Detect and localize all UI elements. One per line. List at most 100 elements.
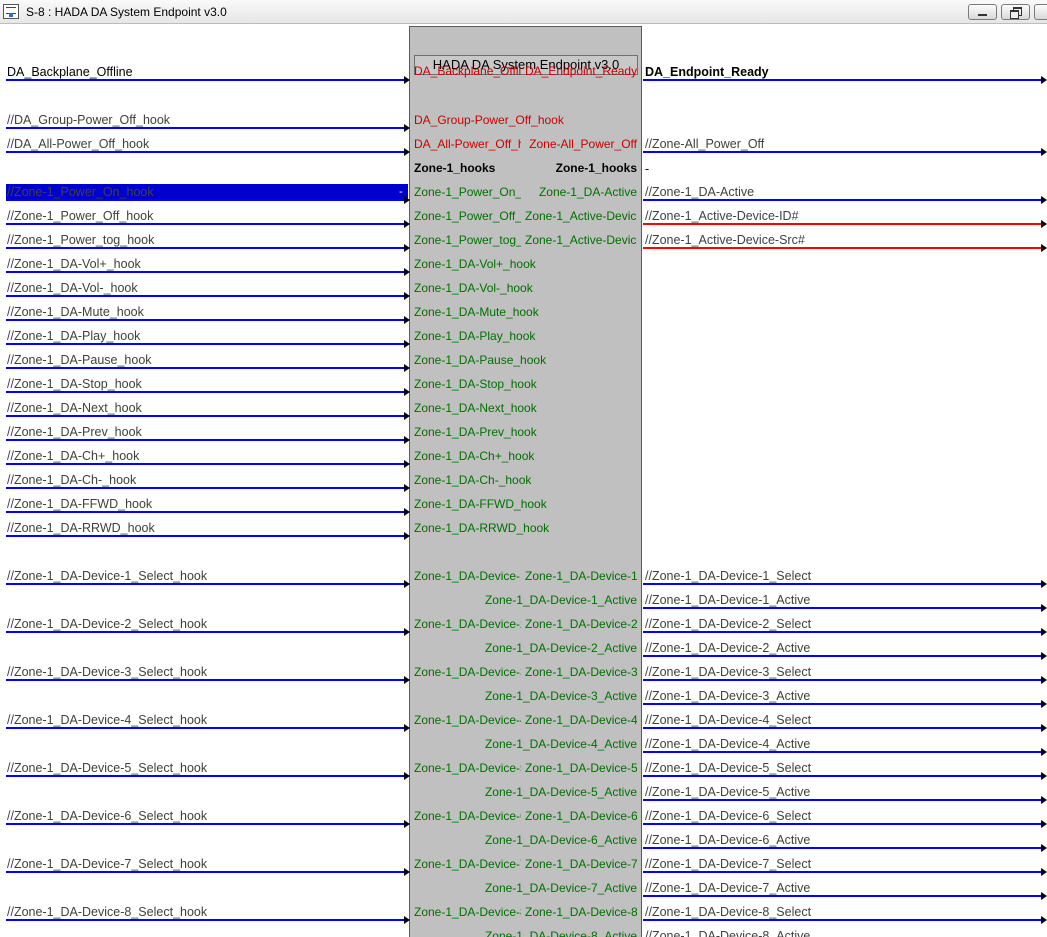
output-wire[interactable]: [643, 247, 1041, 249]
block-input-pin[interactable]: Zone-1_DA-Device-1_Select_hook: [414, 568, 521, 584]
block-input-pin[interactable]: Zone-1_DA-FFWD_hook: [414, 496, 634, 512]
input-signal-label[interactable]: //Zone-1_DA-Next_hook: [7, 400, 142, 416]
input-signal-label[interactable]: //DA_All-Power_Off_hook: [7, 136, 149, 152]
output-signal-label[interactable]: //Zone-1_DA-Device-3_Active: [645, 688, 810, 704]
output-wire[interactable]: [643, 655, 1041, 657]
input-wire[interactable]: [6, 271, 404, 273]
input-wire[interactable]: [6, 727, 404, 729]
input-wire[interactable]: [6, 367, 404, 369]
output-wire[interactable]: [643, 799, 1041, 801]
output-signal-label[interactable]: //Zone-1_DA-Device-3_Select: [645, 664, 811, 680]
block-output-pin[interactable]: Zone-1_Active-Device-Src#: [525, 232, 637, 248]
output-signal-label[interactable]: //Zone-All_Power_Off: [645, 136, 764, 152]
block-input-pin[interactable]: Zone-1_DA-Device-3_Select_hook: [414, 664, 521, 680]
output-signal-label[interactable]: //Zone-1_DA-Device-6_Active: [645, 832, 810, 848]
input-signal-label[interactable]: //DA_Group-Power_Off_hook: [7, 112, 170, 128]
app-schematic-icon[interactable]: [3, 4, 19, 19]
input-signal-label[interactable]: //Zone-1_DA-Pause_hook: [7, 352, 152, 368]
input-signal-label[interactable]: //Zone-1_DA-RRWD_hook: [7, 520, 155, 536]
output-wire[interactable]: [643, 583, 1041, 585]
input-wire[interactable]: [6, 919, 404, 921]
output-wire[interactable]: [643, 631, 1041, 633]
input-signal-label[interactable]: //Zone-1_DA-Device-6_Select_hook: [7, 808, 207, 824]
block-input-pin[interactable]: Zone-1_DA-Next_hook: [414, 400, 634, 416]
output-wire[interactable]: [643, 79, 1041, 81]
block-input-pin[interactable]: Zone-1_DA-Prev_hook: [414, 424, 634, 440]
input-signal-label[interactable]: //Zone-1_DA-Device-5_Select_hook: [7, 760, 207, 776]
block-output-pin[interactable]: Zone-1_DA-Device-3_Select: [525, 664, 637, 680]
input-signal-label[interactable]: //Zone-1_DA-Device-7_Select_hook: [7, 856, 207, 872]
block-input-pin[interactable]: Zone-1_DA-Device-5_Select_hook: [414, 760, 521, 776]
input-signal-label[interactable]: DA_Backplane_Offline: [7, 64, 133, 80]
block-input-pin[interactable]: DA_Backplane_Offline: [414, 63, 521, 79]
input-signal-label[interactable]: //Zone-1_DA-Device-3_Select_hook: [7, 664, 207, 680]
output-signal-label[interactable]: //Zone-1_DA-Device-7_Active: [645, 880, 810, 896]
block-input-pin[interactable]: Zone-1_DA-Ch+_hook: [414, 448, 634, 464]
block-output-pin[interactable]: Zone-1_DA-Device-2_Active: [470, 640, 637, 656]
block-output-pin[interactable]: Zone-1_Active-Device-ID#: [525, 208, 637, 224]
input-wire[interactable]: [6, 487, 404, 489]
input-wire[interactable]: [6, 775, 404, 777]
input-signal-label[interactable]: //Zone-1_DA-FFWD_hook: [7, 496, 152, 512]
input-signal-label[interactable]: //Zone-1_DA-Stop_hook: [7, 376, 142, 392]
block-input-pin[interactable]: Zone-1_DA-Vol+_hook: [414, 256, 634, 272]
input-wire[interactable]: [6, 295, 404, 297]
input-signal-label[interactable]: //Zone-1_Power_Off_hook: [7, 208, 153, 224]
block-input-pin[interactable]: Zone-1_DA-Device-8_Select_hook: [414, 904, 521, 920]
restore-button[interactable]: [1001, 4, 1030, 20]
output-wire[interactable]: [643, 679, 1041, 681]
block-output-pin[interactable]: Zone-1_DA-Device-8_Active: [470, 928, 637, 937]
block-output-pin[interactable]: Zone-1_DA-Device-5_Active: [470, 784, 637, 800]
block-input-pin[interactable]: Zone-1_DA-Device-4_Select_hook: [414, 712, 521, 728]
output-signal-label[interactable]: -: [645, 161, 649, 177]
close-button[interactable]: [1034, 4, 1047, 20]
block-input-pin[interactable]: Zone-1_DA-Device-7_Select_hook: [414, 856, 521, 872]
input-signal-label[interactable]: //Zone-1_DA-Mute_hook: [7, 304, 144, 320]
input-wire[interactable]: [6, 151, 404, 153]
output-wire[interactable]: [643, 751, 1041, 753]
input-wire[interactable]: [6, 583, 404, 585]
input-wire[interactable]: [6, 391, 404, 393]
input-wire[interactable]: [6, 79, 404, 81]
output-wire[interactable]: [643, 223, 1041, 225]
block-output-pin[interactable]: Zone-1_DA-Device-3_Active: [470, 688, 637, 704]
input-wire[interactable]: [6, 199, 404, 201]
block-input-pin[interactable]: Zone-1_DA-Vol-_hook: [414, 280, 634, 296]
input-wire[interactable]: [6, 247, 404, 249]
output-signal-label[interactable]: //Zone-1_DA-Device-5_Active: [645, 784, 810, 800]
output-signal-label[interactable]: //Zone-1_DA-Device-7_Select: [645, 856, 811, 872]
block-input-pin[interactable]: Zone-1_Power_tog_hook: [414, 232, 521, 248]
output-signal-label[interactable]: //Zone-1_DA-Device-5_Select: [645, 760, 811, 776]
block-input-pin[interactable]: Zone-1_DA-Device-6_Select_hook: [414, 808, 521, 824]
output-wire[interactable]: [643, 607, 1041, 609]
block-output-pin[interactable]: Zone-All_Power_Off: [525, 136, 637, 152]
output-signal-label[interactable]: //Zone-1_DA-Device-2_Active: [645, 640, 810, 656]
block-input-pin[interactable]: Zone-1_DA-Stop_hook: [414, 376, 634, 392]
output-signal-label[interactable]: //Zone-1_Active-Device-Src#: [645, 232, 805, 248]
block-input-pin[interactable]: Zone-1_DA-Mute_hook: [414, 304, 634, 320]
block-output-pin[interactable]: Zone-1_DA-Device-2_Select: [525, 616, 637, 632]
input-signal-label[interactable]: //Zone-1_Power_tog_hook: [7, 232, 154, 248]
block-output-pin[interactable]: Zone-1_DA-Device-6_Active: [470, 832, 637, 848]
input-wire[interactable]: [6, 415, 404, 417]
input-wire[interactable]: [6, 463, 404, 465]
input-wire[interactable]: [6, 823, 404, 825]
block-input-pin[interactable]: Zone-1_DA-Play_hook: [414, 328, 634, 344]
input-wire[interactable]: [6, 127, 404, 129]
input-wire[interactable]: [6, 439, 404, 441]
block-output-pin[interactable]: Zone-1_DA-Active: [525, 184, 637, 200]
block-output-pin[interactable]: Zone-1_DA-Device-4_Active: [470, 736, 637, 752]
block-input-pin[interactable]: Zone-1_DA-Pause_hook: [414, 352, 634, 368]
output-wire[interactable]: [643, 151, 1041, 153]
input-wire[interactable]: [6, 631, 404, 633]
input-signal-label[interactable]: //Zone-1_DA-Prev_hook: [7, 424, 142, 440]
output-wire[interactable]: [643, 871, 1041, 873]
block-output-pin[interactable]: Zone-1_DA-Device-7_Select: [525, 856, 637, 872]
output-signal-label[interactable]: //Zone-1_DA-Device-1_Active: [645, 592, 810, 608]
input-signal-label[interactable]: //Zone-1_DA-Device-8_Select_hook: [7, 904, 207, 920]
output-signal-label[interactable]: //Zone-1_DA-Device-1_Select: [645, 568, 811, 584]
output-wire[interactable]: [643, 703, 1041, 705]
input-signal-label[interactable]: //Zone-1_DA-Ch+_hook: [7, 448, 139, 464]
block-input-pin[interactable]: Zone-1_Power_Off_hook: [414, 208, 521, 224]
input-wire[interactable]: [6, 511, 404, 513]
